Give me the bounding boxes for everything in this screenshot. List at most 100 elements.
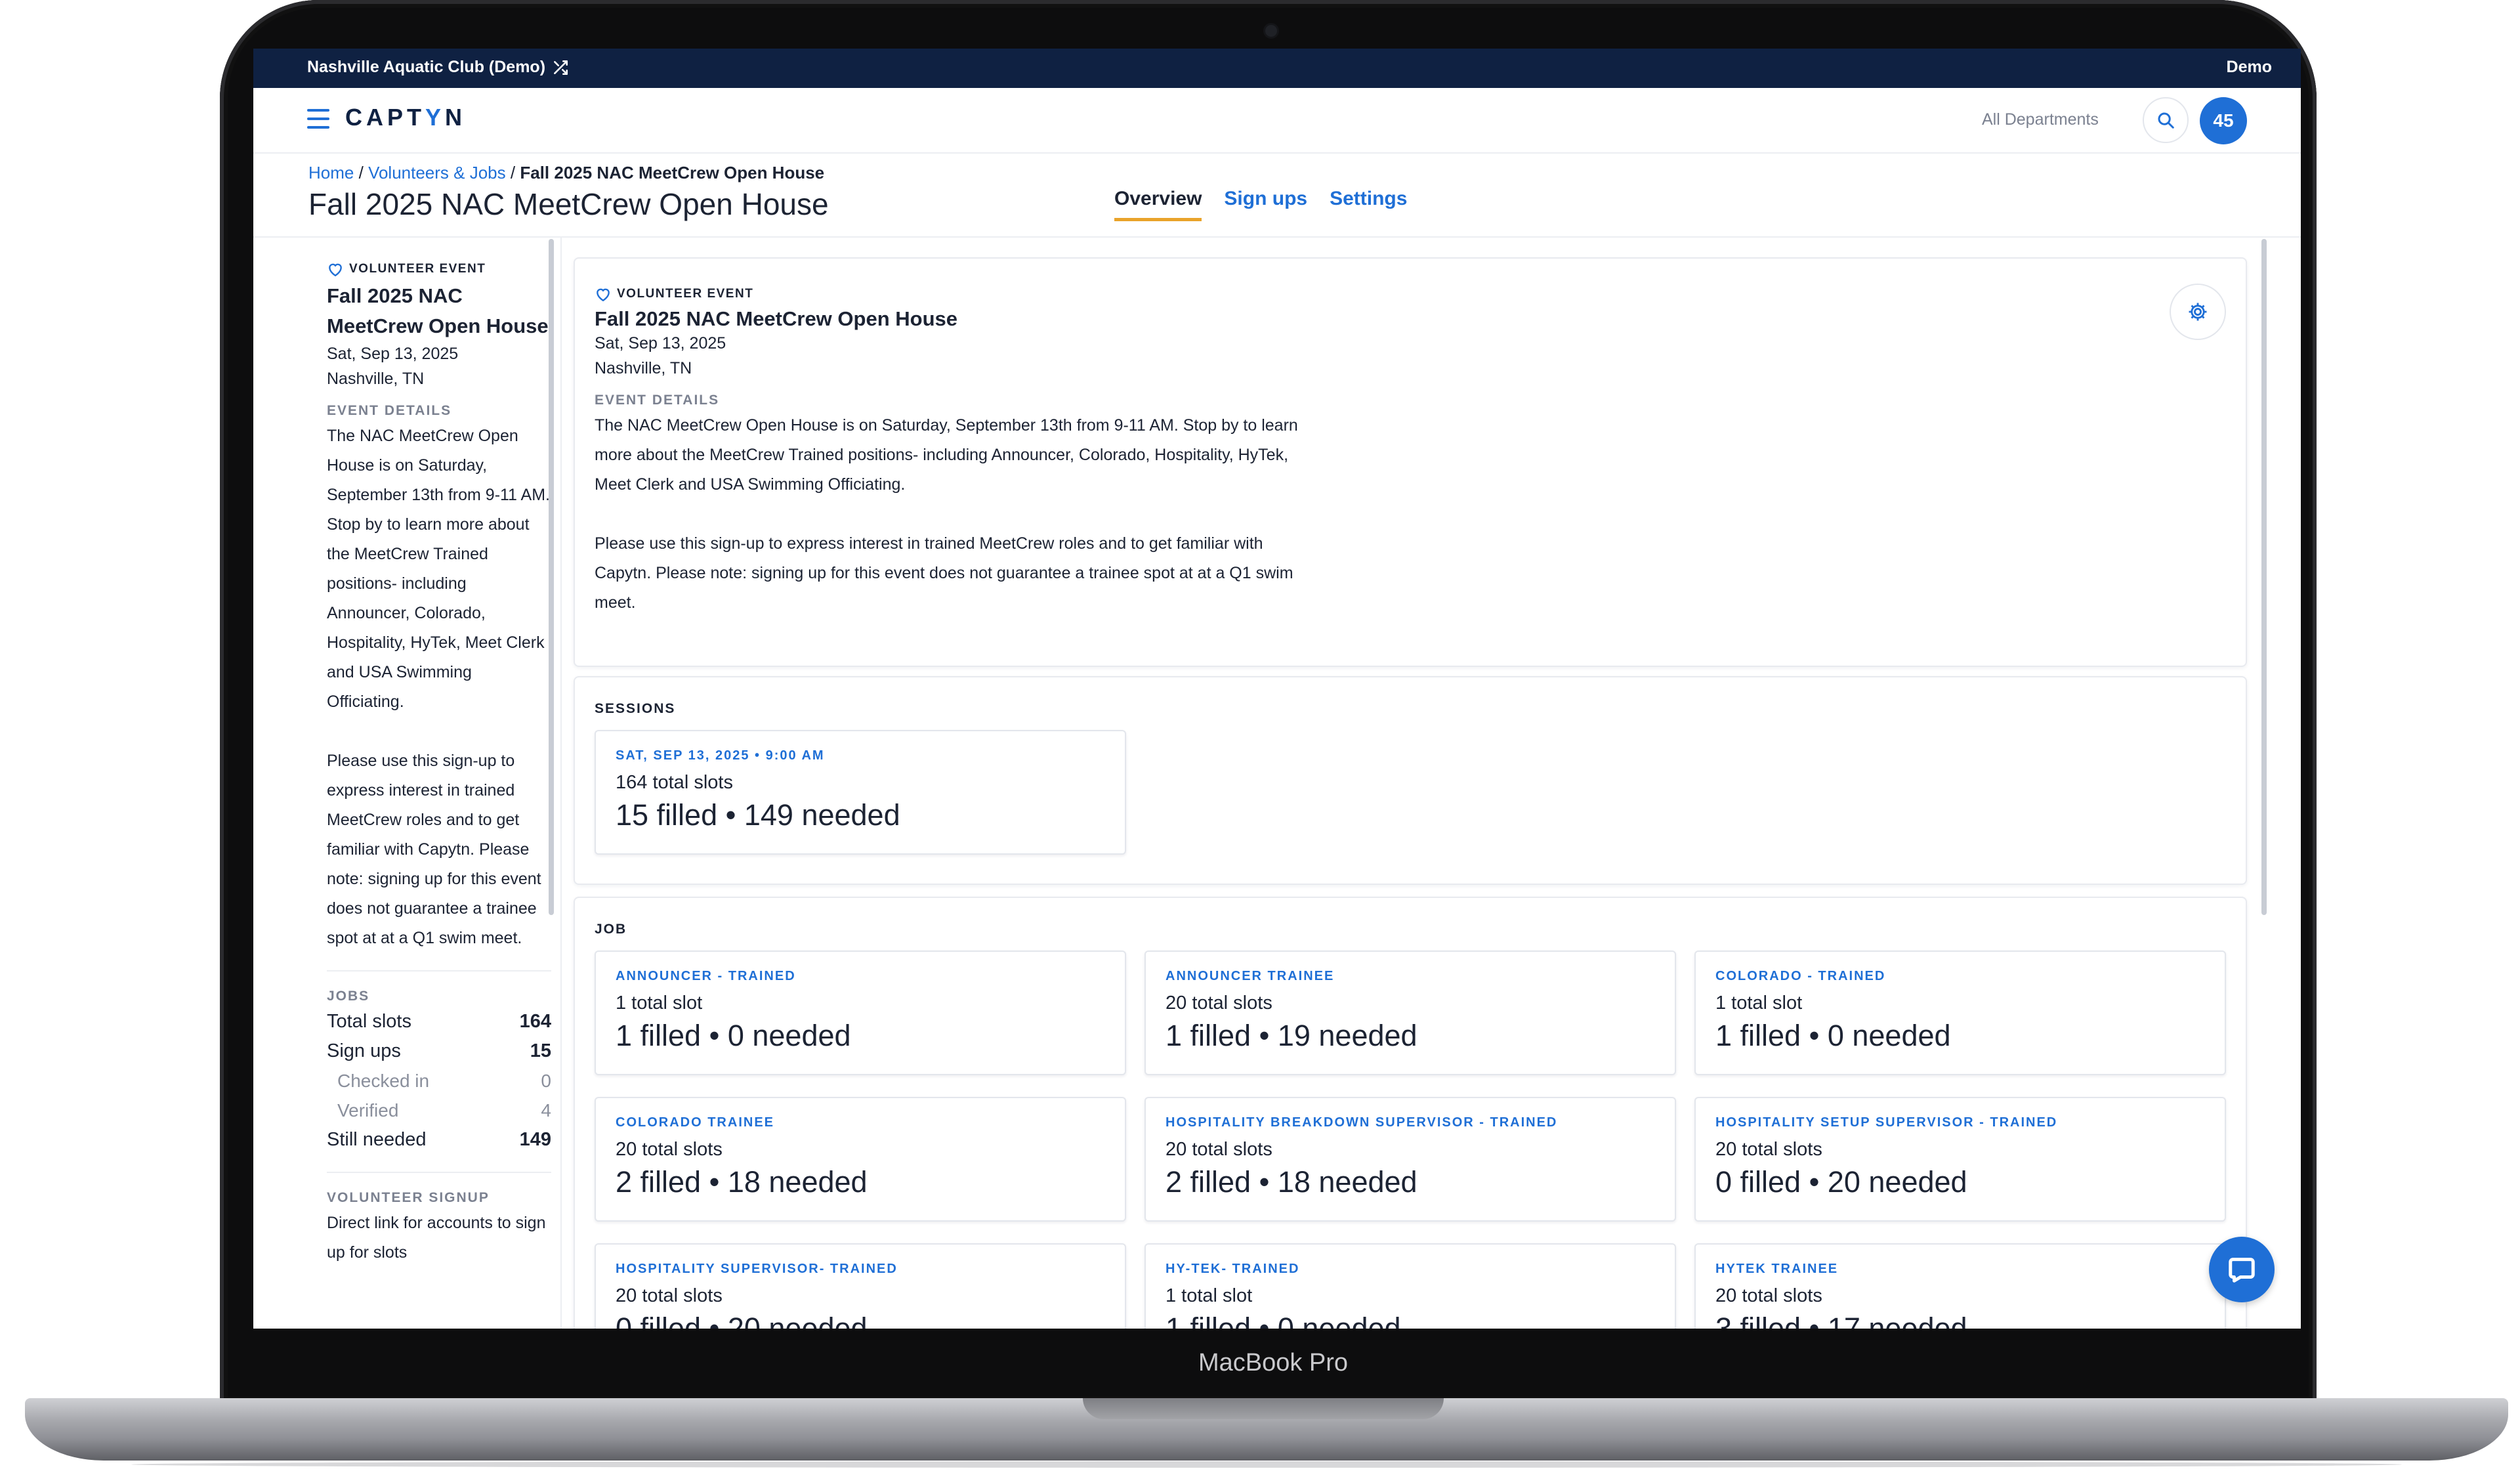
page-header: Home / Volunteers & Jobs / Fall 2025 NAC… (253, 155, 2301, 238)
camera (1265, 25, 1277, 37)
job-name: COLORADO - TRAINED (1715, 969, 1886, 983)
job-name: HY-TEK- TRAINED (1166, 1262, 1300, 1276)
job-slot[interactable]: COLORADO TRAINEE 20 total slots 2 filled… (595, 1097, 1126, 1222)
menu-icon[interactable] (307, 109, 329, 129)
search-button[interactable] (2143, 97, 2189, 143)
captyn-logo[interactable]: CAPTYN (345, 104, 466, 131)
chat-icon (2229, 1258, 2255, 1283)
job-filled: 3 filled • 17 needed (1715, 1312, 1967, 1329)
job-slot[interactable]: HOSPITALITY SETUP SUPERVISOR - TRAINED 2… (1694, 1097, 2226, 1222)
job-filled: 2 filled • 18 needed (616, 1165, 868, 1199)
event-description-note: Please use this sign-up to express inter… (595, 534, 1293, 612)
sidebar-event-date: Sat, Sep 13, 2025 (327, 345, 459, 363)
department-filter[interactable]: All Departments (1982, 110, 2099, 129)
search-icon (2158, 112, 2174, 129)
stat-value: 0 (541, 1071, 551, 1091)
sidebar-event-location: Nashville, TN (327, 370, 425, 388)
app-header: CAPTYN All Departments 45 (253, 88, 2301, 154)
stat-label: Verified (337, 1100, 399, 1121)
job-filled: 0 filled • 20 needed (616, 1312, 868, 1329)
job-name: COLORADO TRAINEE (616, 1115, 774, 1130)
stat-label: Total slots (327, 1011, 411, 1032)
job-total: 1 total slot (1166, 1285, 1253, 1306)
sidebar-scrollbar[interactable] (549, 239, 554, 915)
breadcrumb-volunteers[interactable]: Volunteers & Jobs (368, 163, 506, 182)
job-name: HOSPITALITY BREAKDOWN SUPERVISOR - TRAIN… (1166, 1115, 1558, 1130)
session-datetime: SAT, SEP 13, 2025 • 9:00 AM (616, 748, 825, 763)
sessions-label: SESSIONS (595, 701, 676, 716)
sidebar-kicker: VOLUNTEER EVENT (327, 261, 551, 277)
job-filled: 1 filled • 0 needed (1715, 1019, 1951, 1052)
event-kicker: VOLUNTEER EVENT (595, 286, 1316, 302)
divider (327, 1172, 551, 1173)
heart-icon (597, 288, 610, 302)
job-slot[interactable]: COLORADO - TRAINED 1 total slot 1 filled… (1694, 950, 2226, 1075)
sidebar-description-note: Please use this sign-up to express inter… (327, 752, 541, 947)
job-filled: 1 filled • 19 needed (1166, 1019, 1418, 1052)
stat-value: 15 (530, 1040, 551, 1061)
job-total: 20 total slots (1715, 1285, 1822, 1306)
job-slot[interactable]: HOSPITALITY BREAKDOWN SUPERVISOR - TRAIN… (1144, 1097, 1676, 1222)
job-name: HOSPITALITY SETUP SUPERVISOR - TRAINED (1715, 1115, 2058, 1130)
heart-icon (329, 263, 342, 277)
job-slot[interactable]: HOSPITALITY SUPERVISOR- TRAINED 20 total… (595, 1243, 1126, 1329)
job-total: 20 total slots (1715, 1139, 1822, 1160)
stat-total-slots: Total slots 164 (327, 1007, 551, 1036)
event-description: The NAC MeetCrew Open House is on Saturd… (595, 416, 1298, 494)
session-total: 164 total slots (616, 772, 733, 793)
org-topbar: Nashville Aquatic Club (Demo) Demo (253, 49, 2301, 88)
job-total: 1 total slot (616, 993, 703, 1014)
tab-bar: Overview Sign ups Settings (1114, 188, 1407, 221)
chat-button[interactable] (2209, 1237, 2275, 1302)
event-settings-button[interactable] (2170, 284, 2226, 340)
page-title: Fall 2025 NAC MeetCrew Open House (308, 187, 829, 221)
job-slot[interactable]: ANNOUNCER - TRAINED 1 total slot 1 fille… (595, 950, 1126, 1075)
job-slot[interactable]: HYTEK TRAINEE 20 total slots 3 filled • … (1694, 1243, 2226, 1329)
stat-label: Sign ups (327, 1040, 401, 1061)
laptop-notch (1083, 1398, 1444, 1419)
event-kicker-text: VOLUNTEER EVENT (617, 287, 754, 301)
stat-sign-ups: Sign ups 15 (327, 1036, 551, 1066)
job-total: 20 total slots (1166, 993, 1272, 1014)
job-total: 1 total slot (1715, 993, 1803, 1014)
job-name: ANNOUNCER - TRAINED (616, 969, 796, 983)
device-label: MacBook Pro (1198, 1349, 1349, 1377)
main-scrollbar[interactable] (2261, 239, 2267, 915)
gear-icon (2189, 303, 2207, 321)
session-slot[interactable]: SAT, SEP 13, 2025 • 9:00 AM 164 total sl… (595, 730, 1126, 855)
breadcrumb-separator: / (510, 163, 516, 182)
tab-settings[interactable]: Settings (1330, 188, 1407, 221)
sidebar-kicker-text: VOLUNTEER EVENT (349, 262, 486, 276)
session-filled: 15 filled • 149 needed (616, 798, 900, 832)
event-details-label: EVENT DETAILS (595, 393, 720, 408)
event-location: Nashville, TN (595, 359, 692, 377)
breadcrumb-current: Fall 2025 NAC MeetCrew Open House (520, 163, 825, 182)
job-total: 20 total slots (1166, 1139, 1272, 1160)
divider (327, 970, 551, 971)
job-name: ANNOUNCER TRAINEE (1166, 969, 1335, 983)
club-switcher[interactable]: Nashville Aquatic Club (Demo) (307, 58, 569, 77)
sidebar-details-label: EVENT DETAILS (327, 403, 452, 418)
sessions-card: SESSIONS SAT, SEP 13, 2025 • 9:00 AM 164… (574, 676, 2247, 885)
sidebar-signup-label: VOLUNTEER SIGNUP (327, 1190, 490, 1205)
user-label[interactable]: Demo (2227, 58, 2272, 77)
sidebar-jobs-label: JOBS (327, 989, 370, 1004)
tab-overview[interactable]: Overview (1114, 188, 1202, 221)
job-slot[interactable]: HY-TEK- TRAINED 1 total slot 1 filled • … (1144, 1243, 1676, 1329)
main-content: VOLUNTEER EVENT Fall 2025 NAC MeetCrew O… (574, 238, 2254, 1329)
job-slot[interactable]: ANNOUNCER TRAINEE 20 total slots 1 fille… (1144, 950, 1676, 1075)
event-title: Fall 2025 NAC MeetCrew Open House (595, 307, 957, 330)
event-date: Sat, Sep 13, 2025 (595, 334, 726, 352)
screen: Nashville Aquatic Club (Demo) Demo CAPTY… (253, 49, 2301, 1329)
stat-checked-in: Checked in 0 (327, 1066, 551, 1096)
job-name: HYTEK TRAINEE (1715, 1262, 1839, 1276)
job-name: HOSPITALITY SUPERVISOR- TRAINED (616, 1262, 898, 1276)
breadcrumb-home[interactable]: Home (308, 163, 354, 182)
job-filled: 1 filled • 0 needed (616, 1019, 851, 1052)
shuffle-icon (554, 60, 568, 75)
event-sidebar: VOLUNTEER EVENT Fall 2025 NAC MeetCrew O… (307, 238, 562, 1329)
avatar[interactable]: 45 (2200, 97, 2247, 144)
job-filled: 1 filled • 0 needed (1166, 1312, 1401, 1329)
tab-sign-ups[interactable]: Sign ups (1224, 188, 1307, 221)
breadcrumb-separator: / (358, 163, 364, 182)
